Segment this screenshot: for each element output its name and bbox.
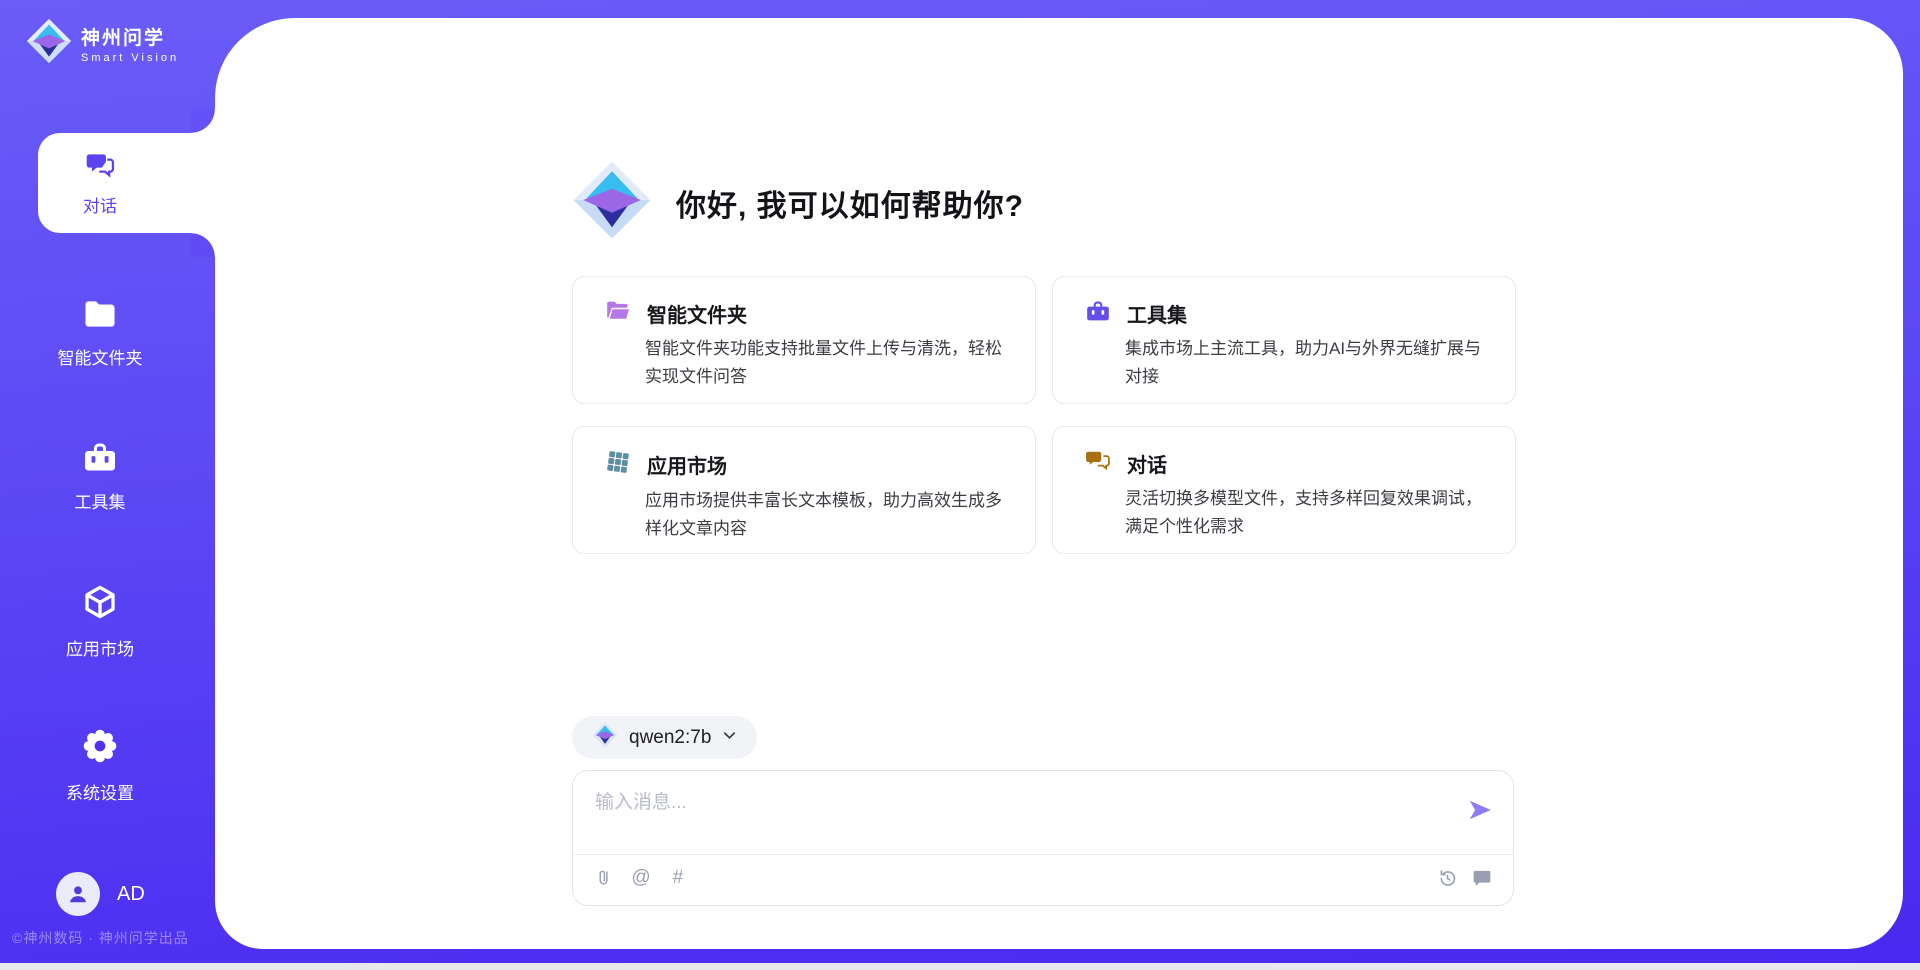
brand-diamond-icon	[592, 722, 618, 753]
tab-curve-bottom	[191, 233, 215, 257]
message-input[interactable]	[595, 787, 1455, 847]
card-description: 集成市场上主流工具，助力AI与外界无缝扩展与对接	[1125, 335, 1491, 391]
model-name: qwen2:7b	[629, 727, 711, 749]
brand-diamond-icon	[572, 160, 652, 245]
card-title: 智能文件夹	[647, 299, 747, 328]
greeting-text: 你好, 我可以如何帮助你?	[676, 181, 1024, 225]
sidebar-item-label: 应用市场	[66, 635, 134, 660]
sidebar-item-label: 工具集	[75, 488, 126, 513]
sidebar-item-settings[interactable]: 系统设置	[0, 727, 200, 804]
composer-divider	[573, 854, 1513, 855]
card-title: 工具集	[1127, 299, 1187, 328]
comment-icon[interactable]	[1471, 867, 1493, 889]
card-description: 智能文件夹功能支持批量文件上传与清洗，轻松实现文件问答	[645, 335, 1011, 391]
sidebar-item-label: 系统设置	[66, 779, 134, 804]
chat-icon	[84, 149, 116, 186]
cube-grid-icon	[605, 449, 631, 480]
app-tagline: Smart Vision	[81, 52, 179, 64]
user-profile[interactable]: AD	[56, 872, 145, 916]
sidebar-item-label: 智能文件夹	[58, 344, 143, 369]
avatar	[56, 872, 100, 916]
card-chat[interactable]: 对话 灵活切换多模型文件，支持多样回复效果调试，满足个性化需求	[1052, 426, 1516, 554]
chat-icon	[1085, 449, 1111, 478]
folder-open-icon	[605, 299, 631, 328]
toolbox-icon	[1085, 299, 1111, 328]
user-initials: AD	[117, 883, 145, 906]
sidebar-item-toolset[interactable]: 工具集	[0, 440, 200, 513]
folder-icon	[82, 298, 118, 335]
card-title: 应用市场	[647, 450, 727, 479]
card-description: 灵活切换多模型文件，支持多样回复效果调试，满足个性化需求	[1125, 485, 1491, 541]
toolbox-icon	[82, 440, 118, 479]
chevron-down-icon	[722, 728, 737, 748]
send-icon[interactable]	[1467, 797, 1493, 823]
card-smart-folder[interactable]: 智能文件夹 智能文件夹功能支持批量文件上传与清洗，轻松实现文件问答	[572, 276, 1036, 404]
model-selector[interactable]: qwen2:7b	[572, 716, 757, 759]
sidebar-item-label: 对话	[83, 192, 117, 217]
brand-diamond-icon	[26, 18, 72, 69]
card-app-market[interactable]: 应用市场 应用市场提供丰富长文本模板，助力高效生成多样化文章内容	[572, 426, 1036, 554]
app-name: 神州问学	[81, 23, 179, 50]
card-description: 应用市场提供丰富长文本模板，助力高效生成多样化文章内容	[645, 487, 1011, 543]
history-icon[interactable]	[1436, 867, 1458, 889]
attachment-icon[interactable]	[593, 867, 615, 889]
mention-icon[interactable]: @	[630, 867, 652, 889]
copyright-text: ©神州数码 · 神州问学出品	[12, 928, 189, 948]
card-toolset[interactable]: 工具集 集成市场上主流工具，助力AI与外界无缝扩展与对接	[1052, 276, 1516, 404]
greeting-block: 你好, 我可以如何帮助你?	[572, 160, 1024, 245]
feature-cards: 智能文件夹 智能文件夹功能支持批量文件上传与清洗，轻松实现文件问答 工具集 集成…	[572, 276, 1516, 554]
tab-curve-top	[191, 109, 215, 133]
sidebar-item-smart-folder[interactable]: 智能文件夹	[0, 298, 200, 369]
page-bottom-edge	[0, 963, 1920, 970]
message-composer: @ #	[572, 770, 1514, 906]
card-title: 对话	[1127, 449, 1167, 478]
hashtag-icon[interactable]: #	[667, 867, 689, 889]
cube-icon	[81, 583, 119, 626]
app-logo: 神州问学 Smart Vision	[26, 18, 179, 69]
gear-icon	[81, 727, 119, 770]
sidebar-item-chat[interactable]: 对话	[38, 133, 215, 233]
sidebar-item-app-market[interactable]: 应用市场	[0, 583, 200, 660]
